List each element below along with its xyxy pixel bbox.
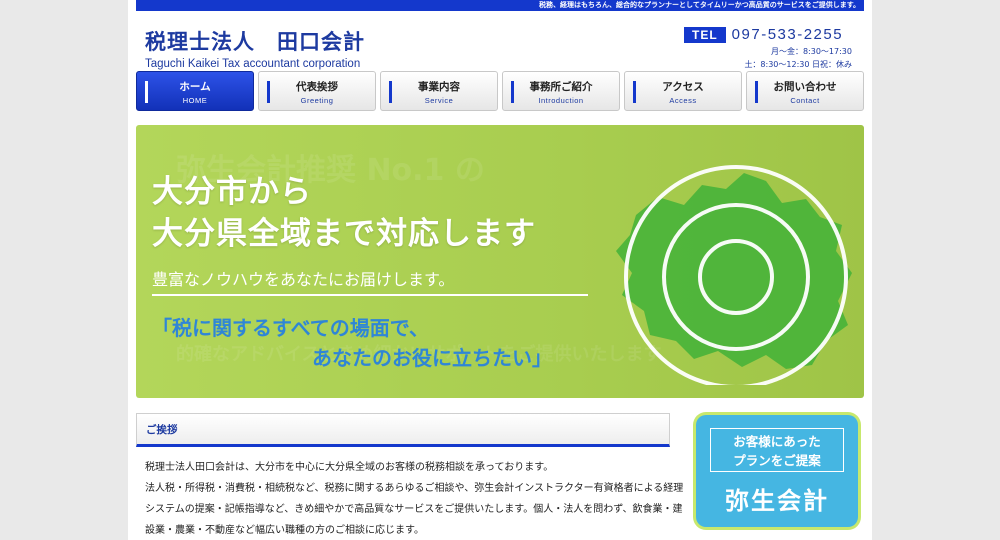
hero-quote-line: 「税に関するすべての場面で、 (152, 316, 429, 340)
nav-label-jp: 事業内容 (418, 81, 460, 93)
greeting-paragraph: 法人税・所得税・消費税・相続税など、税務に関するあらゆるご相談や、弥生会計インス… (145, 483, 684, 494)
main-nav: ホーム HOME 代表挨拶 Greeting 事業内容 Service 事務所ご… (136, 71, 864, 111)
site-logo[interactable]: 税理士法人 田口会計 Taguchi Kaikei Tax accountant… (145, 26, 365, 70)
top-bar: 税務、経理はもちろん、総合的なプランナーとしてタイムリーかつ高品質のサービスをご… (136, 0, 864, 11)
contact-info: TEL 097-533-2255 月～金：8:30～17:30 土：8:30～1… (684, 26, 852, 71)
hours-saturday: 土：8:30～12:30 日祝：休み (744, 60, 852, 69)
greeting-body: 税理士法人田口会計は、大分市を中心に大分県全域のお客様の税務相談を承っております… (136, 447, 684, 540)
oita-map-icon (616, 165, 852, 385)
nav-service[interactable]: 事業内容 Service (380, 71, 498, 111)
top-tagline: 税務、経理はもちろん、総合的なプランナーとしてタイムリーかつ高品質のサービスをご… (539, 1, 860, 9)
yayoi-banner-title: 弥生会計 (725, 487, 829, 515)
nav-access[interactable]: アクセス Access (624, 71, 742, 111)
nav-label-en: Contact (790, 96, 820, 105)
nav-label-en: Access (669, 96, 697, 105)
greeting-paragraph: 設業・農業・不動産など幅広い職種の方のご相談に応じます。 (145, 525, 424, 536)
hero-subline: 豊富なノウハウをあなたにお届けします。 (152, 270, 455, 289)
yayoi-caption-line: お客様にあった (733, 434, 821, 449)
nav-label-en: HOME (182, 96, 208, 105)
hours-weekday: 月～金：8:30～17:30 (770, 47, 852, 56)
hero-headline: 大分市から 大分県全域まで対応します (152, 171, 536, 255)
nav-greeting[interactable]: 代表挨拶 Greeting (258, 71, 376, 111)
nav-label-en: Introduction (538, 96, 584, 105)
nav-contact[interactable]: お問い合わせ Contact (746, 71, 864, 111)
hero-divider (152, 294, 588, 296)
nav-label-jp: お問い合わせ (773, 81, 837, 93)
yayoi-banner-button[interactable]: お客様にあった プランをご提案 弥生会計 (696, 415, 858, 527)
nav-label-en: Greeting (300, 96, 334, 105)
nav-label-jp: アクセス (662, 81, 704, 93)
greeting-paragraph: システムの提案・記帳指導など、きめ細やかで高品質なサービスをご提供いたします。個… (145, 504, 683, 515)
nav-home[interactable]: ホーム HOME (136, 71, 254, 111)
hero-headline-line: 大分市から (152, 174, 312, 210)
greeting-heading: ご挨拶 (136, 413, 670, 447)
greeting-section: ご挨拶 税理士法人田口会計は、大分市を中心に大分県全域のお客様の税務相談を承って… (136, 413, 684, 540)
tel-label: TEL (684, 26, 726, 43)
company-name-en: Taguchi Kaikei Tax accountant corporatio… (145, 58, 361, 70)
yayoi-banner-caption: お客様にあった プランをご提案 (710, 428, 844, 472)
nav-label-jp: 代表挨拶 (296, 81, 338, 93)
hero-headline-line: 大分県全域まで対応します (152, 216, 536, 252)
nav-label-jp: ホーム (179, 81, 211, 93)
hero-banner: 弥生会計推奨 No.1 の 的確なアドバイスときめ細かいサポートをご提供いたしま… (136, 125, 864, 398)
company-name-jp: 税理士法人 田口会計 (145, 29, 365, 54)
yayoi-caption-line: プランをご提案 (733, 453, 821, 468)
tel-number[interactable]: 097-533-2255 (732, 26, 843, 43)
nav-label-jp: 事務所ご紹介 (529, 81, 593, 93)
hero-quote-line: あなたのお役に立ちたい」 (312, 346, 552, 370)
nav-introduction[interactable]: 事務所ご紹介 Introduction (502, 71, 620, 111)
greeting-paragraph: 税理士法人田口会計は、大分市を中心に大分県全域のお客様の税務相談を承っております… (145, 462, 554, 473)
hero-quote: 「税に関するすべての場面で、 あなたのお役に立ちたい」 (152, 313, 552, 373)
nav-label-en: Service (424, 96, 454, 105)
